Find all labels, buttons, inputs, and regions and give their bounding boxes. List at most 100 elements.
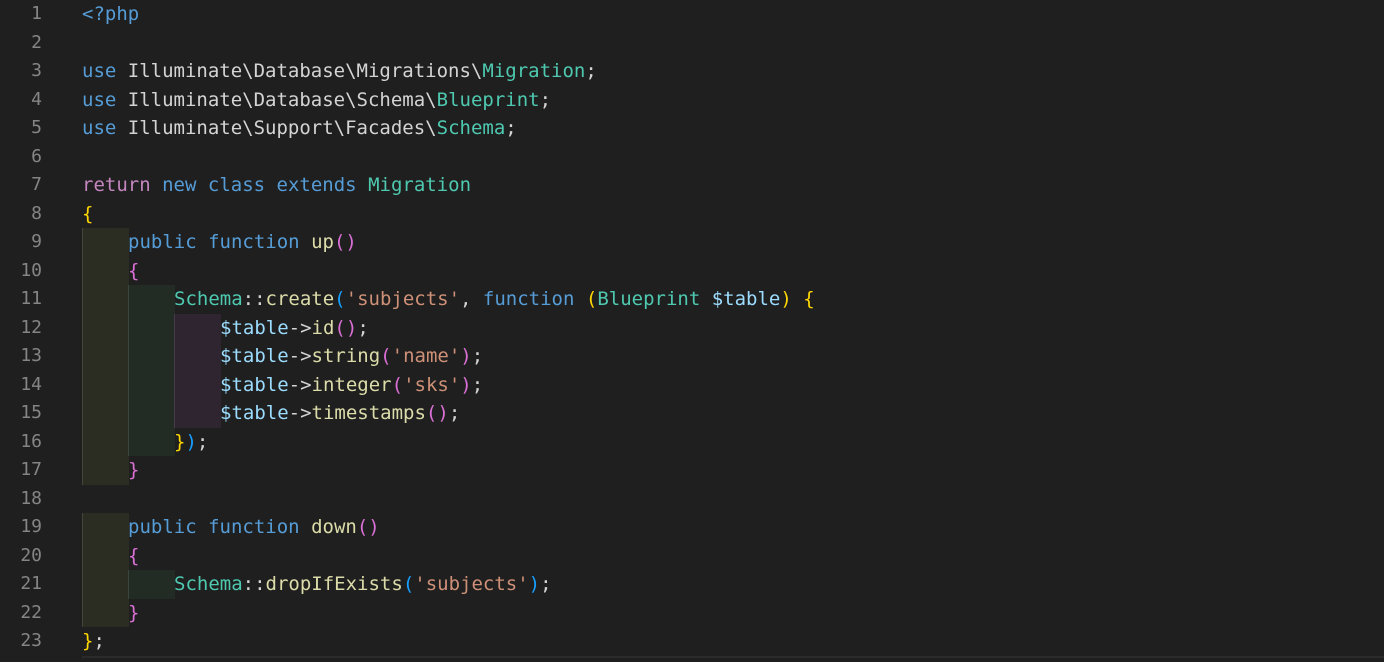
code-token: up xyxy=(311,231,334,253)
code-line[interactable]: $table->integer('sks'); xyxy=(220,371,483,400)
code-token: -> xyxy=(288,402,312,424)
code-token: () xyxy=(334,316,358,339)
indent-guide xyxy=(174,313,221,342)
code-token: () xyxy=(356,516,380,538)
code-token: id xyxy=(311,316,335,339)
code-line[interactable]: use Illuminate\Support\Facades\Schema; xyxy=(82,114,517,143)
indent-guide xyxy=(82,370,129,399)
code-token: function xyxy=(208,231,300,253)
code-token: 'sks' xyxy=(403,373,461,396)
code-token: } xyxy=(128,459,140,481)
indent-guide xyxy=(174,342,221,371)
code-line[interactable]: <?php xyxy=(82,0,139,29)
code-line[interactable]: $table->id(); xyxy=(220,314,369,343)
code-line[interactable]: { xyxy=(82,200,93,229)
editor-bottom-divider xyxy=(82,656,1384,658)
code-token: return xyxy=(82,174,151,196)
indent-guide xyxy=(174,370,221,399)
code-line[interactable]: { xyxy=(128,542,139,571)
indent-guide xyxy=(82,285,129,314)
code-token: Blueprint xyxy=(597,288,701,310)
code-line[interactable]: public function up() xyxy=(128,228,357,257)
code-line[interactable]: } xyxy=(128,599,139,628)
code-line[interactable]: } xyxy=(128,456,139,485)
indent-guide xyxy=(128,370,175,399)
code-token: } xyxy=(174,430,186,453)
code-token: create xyxy=(265,288,335,310)
code-token: Blueprint xyxy=(436,88,540,111)
code-token: class xyxy=(207,174,266,196)
code-token: public xyxy=(128,516,197,538)
indent-guide xyxy=(82,598,129,627)
code-token: Schema xyxy=(174,573,243,595)
code-token: new xyxy=(162,174,197,196)
code-token: :: xyxy=(242,288,266,310)
code-token: function xyxy=(482,288,575,310)
code-token: ( xyxy=(334,288,346,310)
indent-guide xyxy=(82,427,129,456)
code-token: { xyxy=(128,259,140,282)
code-line[interactable]: return new class extends Migration xyxy=(82,171,471,200)
code-line[interactable]: $table->string('name'); xyxy=(220,342,483,371)
code-token: Illuminate\Database\Schema\ xyxy=(116,88,437,111)
code-token: ; xyxy=(505,117,517,139)
code-token: -> xyxy=(288,316,312,339)
code-token: $table xyxy=(220,345,289,367)
code-token: $table xyxy=(220,316,289,339)
code-line[interactable]: Schema::create('subjects', function (Blu… xyxy=(174,285,815,314)
code-line[interactable]: $table->timestamps(); xyxy=(220,399,460,428)
indent-guide xyxy=(82,513,129,542)
code-line[interactable]: { xyxy=(128,257,139,286)
code-token: Illuminate\Support\Facades\ xyxy=(116,117,437,139)
code-area[interactable]: <?php use Illuminate\Database\Migrations\… xyxy=(0,0,1384,662)
code-token: extends xyxy=(276,174,357,196)
code-line[interactable]: use Illuminate\Database\Migrations\Migra… xyxy=(82,57,597,86)
code-line[interactable]: public function down() xyxy=(128,513,380,542)
code-token: Migration xyxy=(368,174,472,196)
indent-guide xyxy=(82,456,129,485)
code-token: ) xyxy=(528,573,541,595)
code-token: ; xyxy=(539,88,552,111)
code-token: -> xyxy=(288,345,312,367)
code-token: ; xyxy=(196,430,209,453)
code-token: 'subjects' xyxy=(414,573,529,595)
code-token: use xyxy=(82,88,117,111)
code-token: , xyxy=(460,288,483,310)
indent-guide xyxy=(174,399,221,428)
code-token: ; xyxy=(471,345,484,367)
code-line[interactable]: Schema::dropIfExists('subjects'); xyxy=(174,570,552,599)
indent-guide xyxy=(128,427,175,456)
code-line[interactable]: }; xyxy=(82,627,105,656)
code-token: ( xyxy=(402,573,415,595)
code-editor[interactable]: 1 2 3 4 5 6 7 8 9 10 11 12 13 14 15 16 17 18 19 20 21 22 23 <?… xyxy=(0,0,1384,662)
code-token: timestamps xyxy=(311,402,426,424)
code-token: <?php xyxy=(82,3,140,25)
code-token: Schema xyxy=(174,288,243,310)
indent-guide xyxy=(128,342,175,371)
indent-guide xyxy=(82,313,129,342)
code-token: down xyxy=(311,516,357,538)
code-token: { xyxy=(803,288,815,310)
code-token: ) xyxy=(460,373,472,396)
code-token: ( xyxy=(585,288,598,310)
code-token: ( xyxy=(380,345,392,367)
code-token: () xyxy=(425,402,449,424)
code-token: { xyxy=(82,202,94,225)
indent-guide xyxy=(128,399,175,428)
code-line[interactable]: }); xyxy=(174,428,208,457)
code-token: use xyxy=(82,117,117,139)
code-token: Illuminate\Database\Migrations\ xyxy=(116,60,483,82)
code-line[interactable]: use Illuminate\Database\Schema\Blueprint… xyxy=(82,86,551,115)
code-token: function xyxy=(208,516,300,538)
code-token: integer xyxy=(311,373,392,396)
code-token: dropIfExists xyxy=(265,573,403,595)
code-token: Migration xyxy=(482,60,586,82)
indent-guide xyxy=(82,541,129,570)
indent-guide xyxy=(82,342,129,371)
